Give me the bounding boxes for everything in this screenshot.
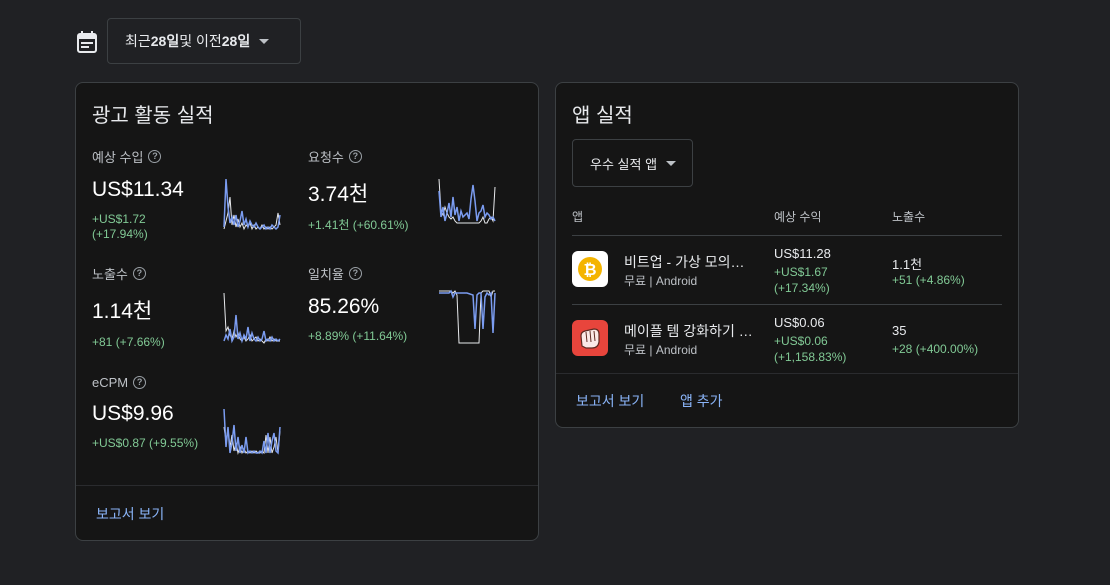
revenue-value: US$0.06 (774, 315, 825, 330)
metric-requests: 요청수? 3.74천 +1.41천 (+60.61%) (308, 147, 408, 233)
impressions-delta: +28 (+400.00%) (892, 342, 979, 356)
caret-down-icon (666, 160, 677, 166)
revenue-delta: +US$0.06 (+1,158.83%) (774, 334, 847, 364)
metric-label: 예상 수입 (92, 150, 144, 165)
date-range-prefix: 최근 (125, 33, 151, 49)
app-platform: 무료 | Android (624, 274, 698, 288)
metric-value: US$11.34 (92, 178, 184, 201)
revenue-value: US$11.28 (774, 246, 831, 261)
add-app-link[interactable]: 앱 추가 (680, 391, 723, 411)
metric-label: 요청수 (308, 150, 344, 165)
metric-match-rate: 일치율? 85.26% +8.89% (+11.64%) (308, 264, 407, 344)
ad-performance-title: 광고 활동 실적 (92, 105, 214, 127)
table-row[interactable]: 메이플 템 강화하기 시뮬 무료 | Android US$0.06 +US$0… (572, 304, 1002, 373)
caret-down-icon (259, 38, 270, 44)
metric-value: 3.74천 (308, 183, 369, 206)
sparkline-estimated-earnings (223, 178, 281, 231)
impressions-delta: +51 (+4.86%) (892, 273, 965, 287)
ad-performance-card: 광고 활동 실적 예상 수입? US$11.34 +US$1.72 (+17.94… (75, 82, 539, 541)
sparkline-match-rate (439, 289, 496, 344)
ad-performance-footer: 보고서 보기 (76, 485, 538, 540)
metric-estimated-earnings: 예상 수입? US$11.34 +US$1.72 (+17.94%) (92, 147, 184, 242)
help-icon[interactable]: ? (133, 376, 147, 389)
bitcoin-icon: ₿ (572, 251, 608, 287)
app-performance-title: 앱 실적 (572, 105, 633, 127)
view-report-link[interactable]: 보고서 보기 (96, 504, 164, 524)
column-header-app: 앱 (572, 210, 584, 224)
metric-delta: +US$0.87 (+9.55%) (92, 436, 199, 450)
metric-delta: +81 (+7.66%) (92, 335, 165, 349)
help-icon[interactable]: ? (132, 267, 146, 280)
metric-impressions: 노출수? 1.14천 +81 (+7.66%) (92, 264, 165, 350)
glove-icon (572, 320, 608, 356)
revenue-delta: +US$1.67 (+17.34%) (774, 265, 830, 295)
metric-value: 85.26% (308, 295, 380, 318)
column-header-impressions: 노출수 (892, 210, 926, 224)
help-icon[interactable]: ? (348, 267, 362, 280)
calendar-icon (77, 31, 97, 53)
app-name: 비트업 - 가상 모의투자 (624, 254, 756, 270)
metric-label: 일치율 (308, 267, 344, 282)
svg-text:₿: ₿ (583, 260, 596, 279)
divider (556, 373, 1018, 374)
metric-delta: +1.41천 (+60.61%) (308, 218, 409, 232)
date-range-days-previous: 28일 (221, 33, 251, 49)
impressions-value: 1.1천 (892, 257, 923, 272)
metric-delta: +US$1.72 (+17.94%) (92, 212, 148, 241)
metric-value: US$9.96 (92, 402, 174, 425)
metric-label: eCPM (92, 375, 129, 390)
column-header-revenue: 예상 수익 (774, 210, 822, 224)
table-row[interactable]: ₿ 비트업 - 가상 모의투자 무료 | Android US$11.28 +U… (572, 235, 1002, 304)
top-apps-select[interactable]: 우수 실적 앱 (572, 139, 693, 187)
sparkline-impressions (223, 292, 281, 344)
date-range-days-current: 28일 (150, 33, 180, 49)
help-icon[interactable]: ? (348, 150, 362, 163)
metric-label: 노출수 (92, 267, 128, 282)
app-performance-card: 앱 실적 우수 실적 앱 앱 예상 수익 노출수 ₿ 비트업 - 가상 모의투자… (555, 82, 1019, 428)
date-range-mid: 및 이전 (179, 33, 222, 49)
impressions-value: 35 (892, 323, 907, 338)
metric-ecpm: eCPM? US$9.96 +US$0.87 (+9.55%) (92, 375, 198, 451)
date-range-select[interactable]: 최근 28일 및 이전 28일 (107, 18, 301, 64)
metric-value: 1.14천 (92, 300, 153, 323)
top-apps-select-label: 우수 실적 앱 (590, 156, 658, 172)
sparkline-requests (438, 178, 496, 224)
app-name: 메이플 템 강화하기 시뮬 (624, 323, 756, 339)
view-report-link[interactable]: 보고서 보기 (576, 391, 644, 411)
metric-delta: +8.89% (+11.64%) (308, 329, 408, 343)
app-platform: 무료 | Android (624, 343, 698, 357)
help-icon[interactable]: ? (148, 150, 162, 163)
sparkline-ecpm (223, 408, 281, 455)
